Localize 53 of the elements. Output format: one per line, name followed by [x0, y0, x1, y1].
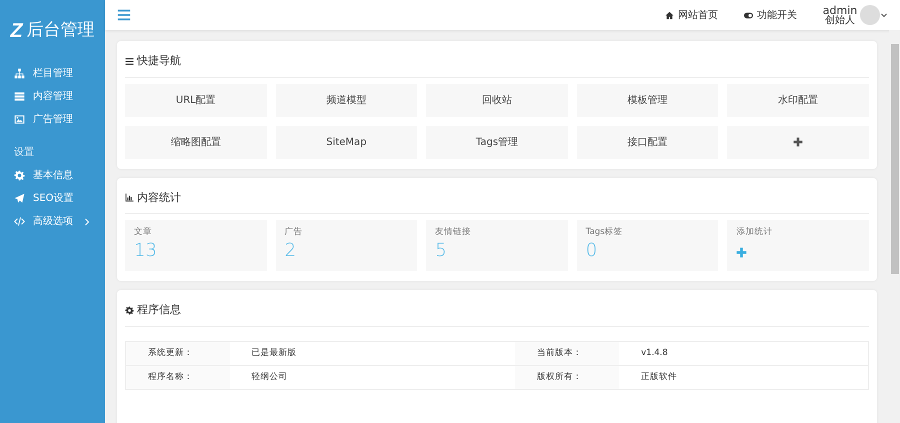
sitemap-icon: [14, 68, 25, 79]
info-value: 轻纲公司: [252, 372, 288, 382]
stat-label: Tags标签: [586, 226, 624, 239]
plus-icon: [736, 246, 748, 258]
gear-icon: [125, 306, 134, 315]
stat-label: 文章: [134, 226, 153, 239]
sidebar-heading: 设置: [13, 146, 35, 160]
bar-chart-icon: [125, 193, 134, 202]
stat-value: 13: [134, 238, 157, 262]
info-value: v1.4.8: [641, 348, 668, 358]
list-icon: [125, 56, 134, 66]
top-link[interactable]: 网站首页: [664, 8, 718, 22]
list-icon: [14, 91, 25, 102]
info-value: 正版软件: [641, 372, 678, 382]
gear-icon: [14, 170, 25, 181]
quick-nav-button[interactable]: 模板管理: [576, 84, 718, 116]
quick-nav-button[interactable]: 缩略图配置: [125, 126, 267, 158]
stat-label: 友情链接: [435, 226, 472, 239]
stat-value: 0: [586, 238, 598, 262]
stat-label: 广告: [284, 226, 304, 239]
info-value: 已是最新版: [252, 348, 297, 358]
logo-text: 后台管理: [26, 19, 95, 42]
panel-title: 内容统计: [137, 190, 181, 206]
add-shortcut-button[interactable]: [727, 126, 869, 158]
toggle-icon: [744, 10, 753, 20]
stat-label: 添加统计: [736, 226, 774, 239]
caret-down-icon: [880, 11, 888, 19]
code-icon: [14, 216, 25, 227]
info-label: 当前版本：: [537, 348, 582, 358]
quick-nav-button[interactable]: URL配置: [125, 84, 267, 116]
plus-icon: [793, 136, 804, 147]
user-role: 创始人: [824, 16, 856, 26]
quick-nav-button[interactable]: Tags管理: [426, 126, 568, 158]
avatar[interactable]: [860, 5, 880, 25]
quick-nav-button[interactable]: SiteMap: [276, 126, 418, 158]
user-name: admin: [822, 4, 858, 16]
info-label: 系统更新：: [148, 348, 193, 358]
paper-plane-icon: [14, 193, 25, 204]
info-label: 程序名称：: [148, 372, 193, 382]
logo-mark: Z: [10, 19, 23, 44]
quick-nav-button[interactable]: 频道模型: [276, 84, 418, 116]
home-icon: [664, 10, 674, 20]
stat-value: 5: [435, 238, 447, 262]
quick-nav-button[interactable]: 回收站: [426, 84, 568, 116]
top-link[interactable]: 功能开关: [744, 8, 797, 22]
info-label: 版权所有：: [537, 372, 582, 382]
menu-icon: [117, 8, 131, 22]
image-icon: [14, 114, 25, 125]
quick-nav-button[interactable]: 水印配置: [727, 84, 869, 116]
panel-title: 程序信息: [137, 302, 181, 318]
quick-nav-button[interactable]: 接口配置: [576, 126, 718, 158]
stat-value: 2: [284, 238, 296, 262]
panel-title: 快捷导航: [137, 53, 181, 69]
